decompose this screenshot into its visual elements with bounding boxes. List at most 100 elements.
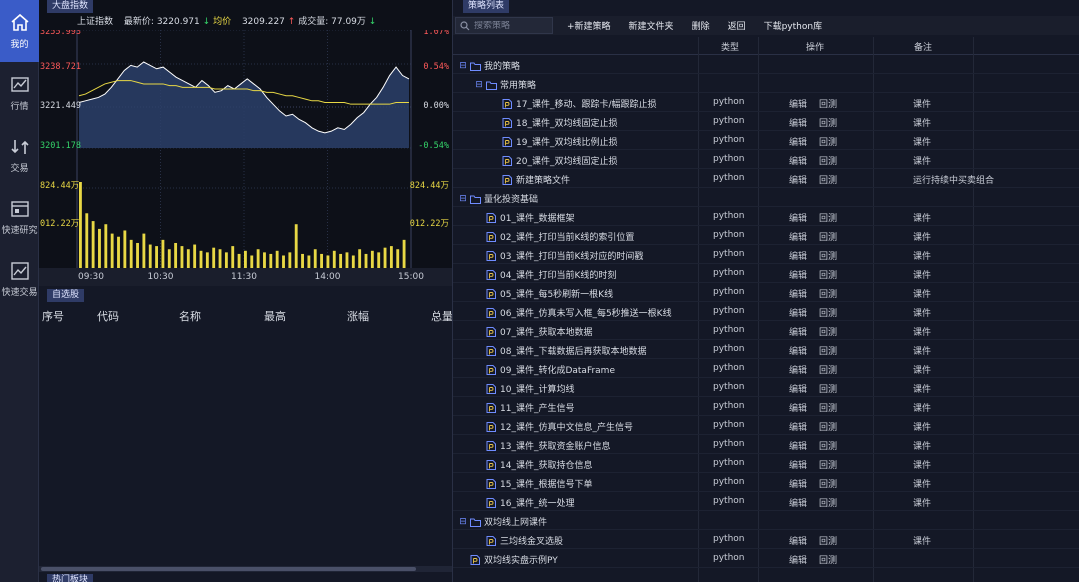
edit-link[interactable]: 编辑 bbox=[789, 499, 807, 509]
watch-col-header[interactable]: 总量 bbox=[431, 308, 453, 324]
edit-link[interactable]: 编辑 bbox=[789, 233, 807, 243]
edit-link[interactable]: 编辑 bbox=[789, 480, 807, 490]
strategy-row[interactable]: 11_课件_产生信号 python 编辑 回测 课件 bbox=[453, 397, 1079, 416]
backtest-link[interactable]: 回测 bbox=[819, 366, 837, 376]
strategy-row[interactable]: 新建策略文件 python 编辑 回测 运行持续中买卖组合 bbox=[453, 169, 1079, 188]
collapse-toggle-icon[interactable]: ⊟ bbox=[475, 80, 483, 90]
backtest-link[interactable]: 回测 bbox=[819, 442, 837, 452]
edit-link[interactable]: 编辑 bbox=[789, 138, 807, 148]
nav-item-1[interactable]: 行情 bbox=[0, 62, 39, 124]
edit-link[interactable]: 编辑 bbox=[789, 385, 807, 395]
scrollbar-thumb[interactable] bbox=[41, 567, 416, 571]
backtest-link[interactable]: 回测 bbox=[819, 404, 837, 414]
strategy-row[interactable]: 16_课件_统一处理 python 编辑 回测 课件 bbox=[453, 492, 1079, 511]
backtest-link[interactable]: 回测 bbox=[819, 480, 837, 490]
watch-col-header[interactable]: 序号 bbox=[42, 308, 64, 324]
backtest-link[interactable]: 回测 bbox=[819, 233, 837, 243]
strategy-row[interactable]: 13_课件_获取资金账户信息 python 编辑 回测 课件 bbox=[453, 435, 1079, 454]
nav-item-4[interactable]: 快速交易 bbox=[0, 248, 39, 310]
edit-link[interactable]: 编辑 bbox=[789, 157, 807, 167]
strategy-row[interactable]: 14_课件_获取持仓信息 python 编辑 回测 课件 bbox=[453, 454, 1079, 473]
nav-item-0[interactable]: 我的 bbox=[0, 0, 39, 62]
backtest-link[interactable]: 回测 bbox=[819, 499, 837, 509]
backtest-link[interactable]: 回测 bbox=[819, 138, 837, 148]
watch-col-header[interactable]: 名称 bbox=[179, 308, 201, 324]
edit-link[interactable]: 编辑 bbox=[789, 119, 807, 129]
collapse-toggle-icon[interactable]: ⊟ bbox=[459, 194, 467, 204]
backtest-link[interactable]: 回测 bbox=[819, 100, 837, 110]
toolbar-button-1[interactable]: 新建文件夹 bbox=[629, 19, 674, 32]
toolbar-button-0[interactable]: +新建策略 bbox=[567, 19, 611, 32]
edit-link[interactable]: 编辑 bbox=[789, 100, 807, 110]
backtest-link[interactable]: 回测 bbox=[819, 556, 837, 566]
backtest-link[interactable]: 回测 bbox=[819, 214, 837, 224]
collapse-toggle-icon[interactable]: ⊟ bbox=[459, 61, 467, 71]
edit-link[interactable]: 编辑 bbox=[789, 252, 807, 262]
strategy-row[interactable]: ⊟ 常用策略 bbox=[453, 74, 1079, 93]
backtest-link[interactable]: 回测 bbox=[819, 252, 837, 262]
watch-col-header[interactable]: 涨幅 bbox=[347, 308, 369, 324]
backtest-link[interactable]: 回测 bbox=[819, 309, 837, 319]
backtest-link[interactable]: 回测 bbox=[819, 461, 837, 471]
edit-link[interactable]: 编辑 bbox=[789, 309, 807, 319]
backtest-link[interactable]: 回测 bbox=[819, 176, 837, 186]
strategy-row[interactable]: 20_课件_双均线固定止损 python 编辑 回测 课件 bbox=[453, 150, 1079, 169]
intraday-chart[interactable]: 3255.993 3238.721 3221.449 3201.178 824.44万 0… bbox=[39, 30, 452, 286]
edit-link[interactable]: 编辑 bbox=[789, 556, 807, 566]
edit-link[interactable]: 编辑 bbox=[789, 366, 807, 376]
edit-link[interactable]: 编辑 bbox=[789, 271, 807, 281]
backtest-link[interactable]: 回测 bbox=[819, 290, 837, 300]
edit-link[interactable]: 编辑 bbox=[789, 347, 807, 357]
horizontal-scrollbar[interactable] bbox=[39, 566, 452, 572]
edit-link[interactable]: 编辑 bbox=[789, 176, 807, 186]
backtest-link[interactable]: 回测 bbox=[819, 537, 837, 547]
strategy-row[interactable]: 15_课件_根据信号下单 python 编辑 回测 课件 bbox=[453, 473, 1079, 492]
collapse-toggle-icon[interactable]: ⊟ bbox=[459, 517, 467, 527]
strategy-row[interactable]: ⊟ 量化投资基础 bbox=[453, 188, 1079, 207]
tab-watchlist[interactable]: 自选股 bbox=[47, 289, 85, 302]
toolbar-button-4[interactable]: 下载python库 bbox=[764, 19, 822, 32]
strategy-row[interactable]: 06_课件_仿真未写入框_每5秒推送一根K线 python 编辑 回测 课件 bbox=[453, 302, 1079, 321]
search-box[interactable] bbox=[455, 17, 553, 34]
backtest-link[interactable]: 回测 bbox=[819, 385, 837, 395]
backtest-link[interactable]: 回测 bbox=[819, 423, 837, 433]
strategy-row[interactable]: 18_课件_双均线固定止损 python 编辑 回测 课件 bbox=[453, 112, 1079, 131]
nav-item-2[interactable]: 交易 bbox=[0, 124, 39, 186]
backtest-link[interactable]: 回测 bbox=[819, 271, 837, 281]
backtest-link[interactable]: 回测 bbox=[819, 119, 837, 129]
edit-link[interactable]: 编辑 bbox=[789, 328, 807, 338]
edit-link[interactable]: 编辑 bbox=[789, 423, 807, 433]
strategy-row[interactable]: 05_课件_每5秒刷新一根K线 python 编辑 回测 课件 bbox=[453, 283, 1079, 302]
toolbar-button-3[interactable]: 返回 bbox=[728, 19, 746, 32]
strategy-row[interactable]: ⊟ 双均线上网课件 bbox=[453, 511, 1079, 530]
backtest-link[interactable]: 回测 bbox=[819, 328, 837, 338]
edit-link[interactable]: 编辑 bbox=[789, 290, 807, 300]
strategy-row[interactable]: 08_课件_下载数据后再获取本地数据 python 编辑 回测 课件 bbox=[453, 340, 1079, 359]
watch-col-header[interactable]: 最高 bbox=[264, 308, 286, 324]
toolbar-button-2[interactable]: 删除 bbox=[692, 19, 710, 32]
edit-link[interactable]: 编辑 bbox=[789, 537, 807, 547]
strategy-row[interactable]: 09_课件_转化成DataFrame python 编辑 回测 课件 bbox=[453, 359, 1079, 378]
tab-hot-sectors[interactable]: 热门板块 bbox=[47, 574, 94, 582]
strategy-row[interactable]: 三均线金叉选股 python 编辑 回测 课件 bbox=[453, 530, 1079, 549]
edit-link[interactable]: 编辑 bbox=[789, 404, 807, 414]
strategy-row[interactable]: 03_课件_打印当前K线对应的时间戳 python 编辑 回测 课件 bbox=[453, 245, 1079, 264]
nav-item-3[interactable]: 快速研究 bbox=[0, 186, 39, 248]
strategy-row[interactable]: 07_课件_获取本地数据 python 编辑 回测 课件 bbox=[453, 321, 1079, 340]
search-input[interactable] bbox=[474, 20, 552, 31]
strategy-row[interactable]: 12_课件_仿真中文信息_产生信号 python 编辑 回测 课件 bbox=[453, 416, 1079, 435]
strategy-row[interactable]: 04_课件_打印当前K线的时刻 python 编辑 回测 课件 bbox=[453, 264, 1079, 283]
tab-strategy-list[interactable]: 策略列表 bbox=[463, 0, 510, 13]
backtest-link[interactable]: 回测 bbox=[819, 347, 837, 357]
backtest-link[interactable]: 回测 bbox=[819, 157, 837, 167]
edit-link[interactable]: 编辑 bbox=[789, 461, 807, 471]
watch-col-header[interactable]: 代码 bbox=[97, 308, 119, 324]
edit-link[interactable]: 编辑 bbox=[789, 214, 807, 224]
strategy-row[interactable]: ⊟ 我的策略 bbox=[453, 55, 1079, 74]
strategy-row[interactable]: 19_课件_双均线比例止损 python 编辑 回测 课件 bbox=[453, 131, 1079, 150]
strategy-row[interactable]: 10_课件_计算均线 python 编辑 回测 课件 bbox=[453, 378, 1079, 397]
strategy-row[interactable]: 02_课件_打印当前K线的索引位置 python 编辑 回测 课件 bbox=[453, 226, 1079, 245]
strategy-row[interactable]: 01_课件_数据框架 python 编辑 回测 课件 bbox=[453, 207, 1079, 226]
strategy-row[interactable]: 双均线实盘示例PY python 编辑 回测 bbox=[453, 549, 1079, 568]
tab-market-index[interactable]: 大盘指数 bbox=[47, 0, 94, 13]
